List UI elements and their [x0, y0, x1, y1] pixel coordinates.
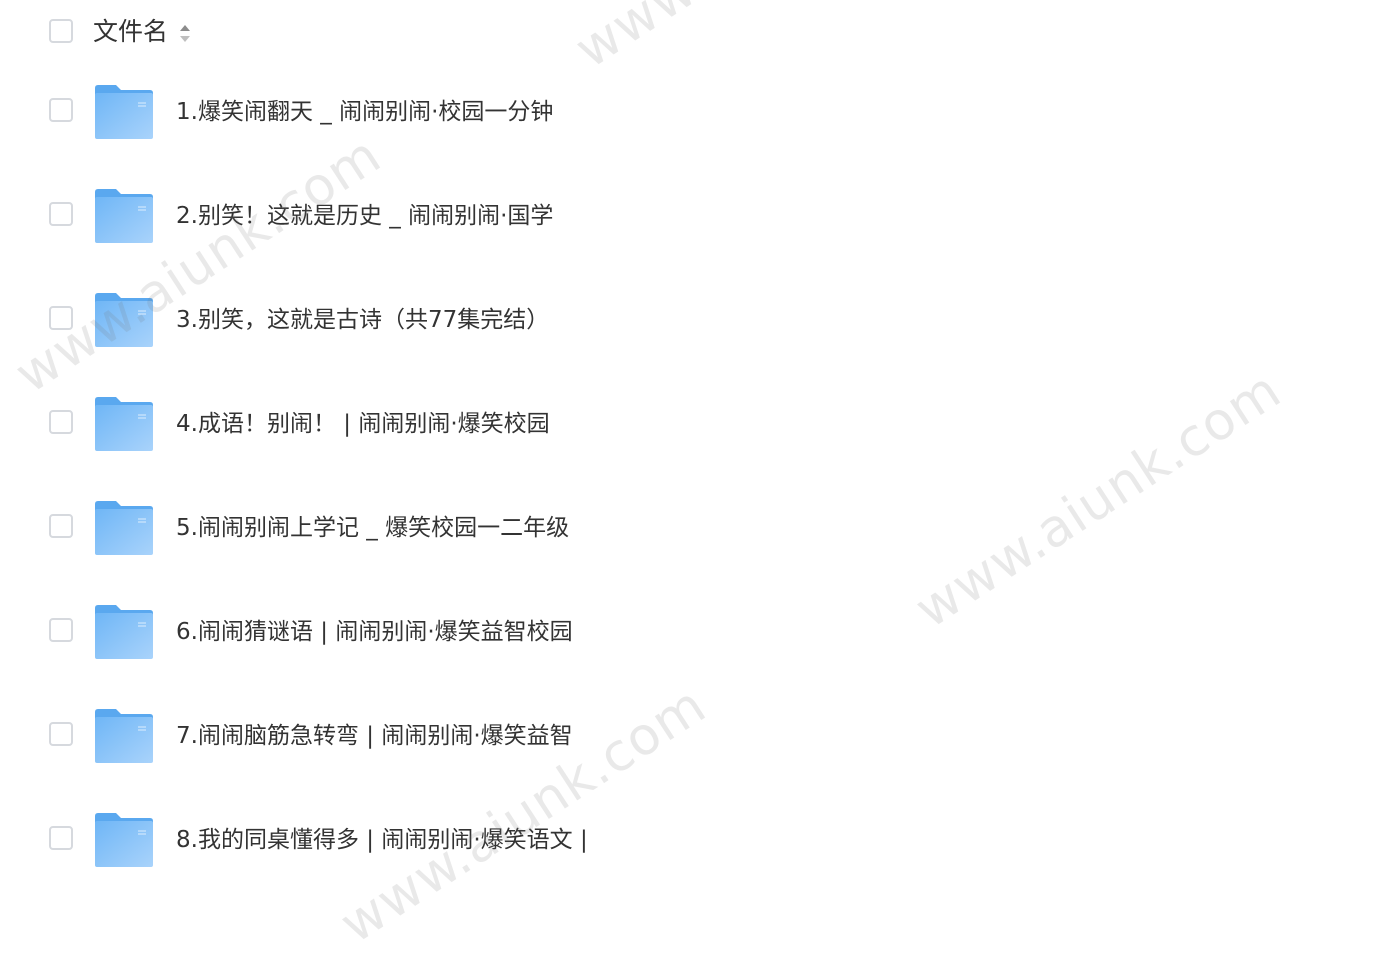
folder-icon [95, 501, 153, 555]
folder-icon [95, 605, 153, 659]
file-name[interactable]: 3.别笑，这就是古诗（共77集完结） [176, 302, 549, 338]
filename-column-header[interactable]: 文件名 [93, 14, 168, 50]
file-name[interactable]: 6.闹闹猜谜语 | 闹闹别闹·爆笑益智校园 [176, 614, 573, 650]
folder-icon [95, 813, 153, 867]
file-list-header: 文件名 [0, 0, 1384, 64]
file-name[interactable]: 5.闹闹别闹上学记 _ 爆笑校园一二年级 [176, 510, 569, 546]
row-checkbox[interactable] [49, 98, 73, 122]
row-checkbox[interactable] [49, 410, 73, 434]
select-all-checkbox[interactable] [49, 19, 73, 43]
file-row[interactable]: 3.别笑，这就是古诗（共77集完结） [0, 268, 1384, 372]
folder-icon [95, 85, 153, 139]
file-row[interactable]: 4.成语！别闹！ | 闹闹别闹·爆笑校园 [0, 372, 1384, 476]
file-row[interactable]: 7.闹闹脑筋急转弯 | 闹闹别闹·爆笑益智 [0, 684, 1384, 788]
file-row[interactable]: 2.别笑！这就是历史 _ 闹闹别闹·国学 [0, 164, 1384, 268]
file-name[interactable]: 4.成语！别闹！ | 闹闹别闹·爆笑校园 [176, 406, 550, 442]
file-row[interactable]: 1.爆笑闹翻天 _ 闹闹别闹·校园一分钟 [0, 60, 1384, 164]
file-name[interactable]: 1.爆笑闹翻天 _ 闹闹别闹·校园一分钟 [176, 94, 553, 130]
file-list: 1.爆笑闹翻天 _ 闹闹别闹·校园一分钟 2.别笑！这就是历史 _ 闹闹别闹·国… [0, 60, 1384, 892]
folder-icon [95, 293, 153, 347]
row-checkbox[interactable] [49, 722, 73, 746]
file-row[interactable]: 8.我的同桌懂得多 | 闹闹别闹·爆笑语文 | [0, 788, 1384, 892]
file-name[interactable]: 7.闹闹脑筋急转弯 | 闹闹别闹·爆笑益智 [176, 718, 573, 754]
folder-icon [95, 709, 153, 763]
file-name[interactable]: 8.我的同桌懂得多 | 闹闹别闹·爆笑语文 | [176, 822, 588, 858]
file-row[interactable]: 5.闹闹别闹上学记 _ 爆笑校园一二年级 [0, 476, 1384, 580]
file-name[interactable]: 2.别笑！这就是历史 _ 闹闹别闹·国学 [176, 198, 553, 234]
sort-updown-icon[interactable] [178, 21, 192, 45]
folder-icon [95, 397, 153, 451]
folder-icon [95, 189, 153, 243]
row-checkbox[interactable] [49, 618, 73, 642]
file-row[interactable]: 6.闹闹猜谜语 | 闹闹别闹·爆笑益智校园 [0, 580, 1384, 684]
row-checkbox[interactable] [49, 202, 73, 226]
row-checkbox[interactable] [49, 514, 73, 538]
row-checkbox[interactable] [49, 306, 73, 330]
row-checkbox[interactable] [49, 826, 73, 850]
